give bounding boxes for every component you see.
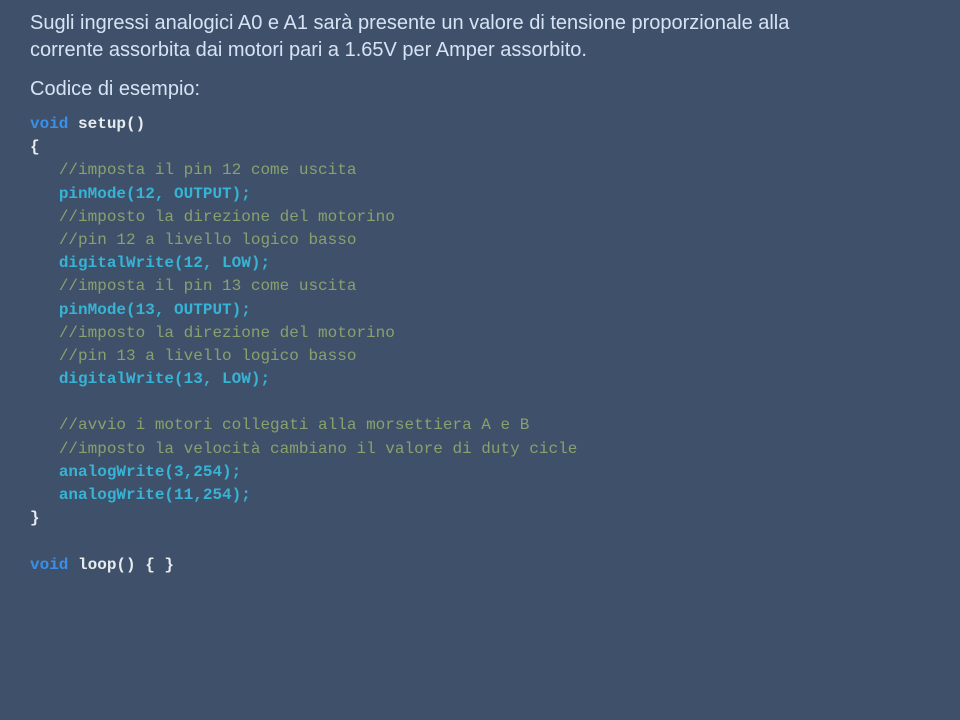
keyword-void-loop: void bbox=[30, 556, 68, 574]
comment-pin13: //imposta il pin 13 come uscita bbox=[59, 277, 357, 295]
keyword-void-setup: void bbox=[30, 115, 68, 133]
call-pinmode-13: pinMode(13, OUTPUT); bbox=[59, 301, 251, 319]
call-digitalwrite-12: digitalWrite(12, LOW); bbox=[59, 254, 270, 272]
intro-text: Sugli ingressi analogici A0 e A1 sarà pr… bbox=[30, 10, 930, 64]
comment-pin12: //imposta il pin 12 come uscita bbox=[59, 161, 357, 179]
code-label: Codice di esempio: bbox=[30, 78, 930, 101]
comment-avvio-b: //imposto la velocità cambiano il valore… bbox=[59, 440, 577, 458]
intro-line-2: corrente assorbita dai motori pari a 1.6… bbox=[30, 39, 587, 61]
setup-decl: setup() bbox=[68, 115, 145, 133]
intro-line-1: Sugli ingressi analogici A0 e A1 sarà pr… bbox=[30, 12, 789, 34]
call-digitalwrite-13: digitalWrite(13, LOW); bbox=[59, 370, 270, 388]
call-pinmode-12: pinMode(12, OUTPUT); bbox=[59, 185, 251, 203]
comment-dir13-a: //imposto la direzione del motorino bbox=[59, 324, 395, 342]
code-block: void setup() { //imposta il pin 12 come … bbox=[30, 113, 930, 577]
comment-dir12-a: //imposto la direzione del motorino bbox=[59, 208, 395, 226]
call-analogwrite-11: analogWrite(11,254); bbox=[59, 486, 251, 504]
page: Sugli ingressi analogici A0 e A1 sarà pr… bbox=[0, 0, 960, 607]
comment-dir12-b: //pin 12 a livello logico basso bbox=[59, 231, 357, 249]
brace-open: { bbox=[30, 138, 40, 156]
loop-decl: loop() { } bbox=[68, 556, 174, 574]
comment-dir13-b: //pin 13 a livello logico basso bbox=[59, 347, 357, 365]
comment-avvio-a: //avvio i motori collegati alla morsetti… bbox=[59, 416, 529, 434]
brace-close: } bbox=[30, 509, 40, 527]
call-analogwrite-3: analogWrite(3,254); bbox=[59, 463, 241, 481]
